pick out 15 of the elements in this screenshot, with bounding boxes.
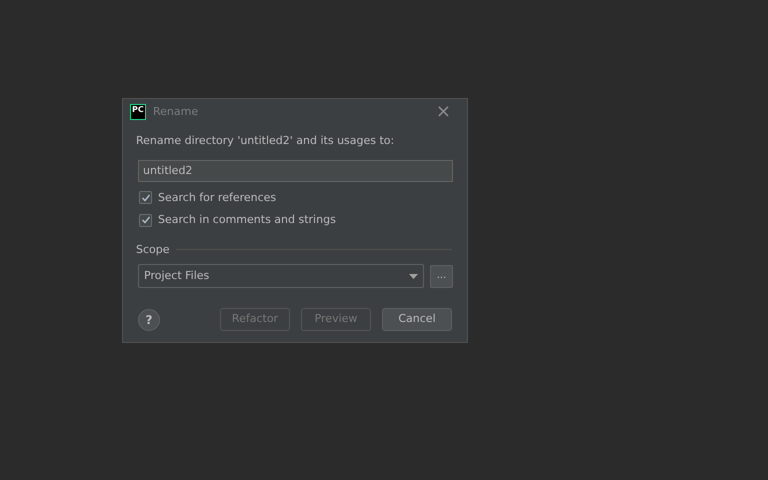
rename-prompt: Rename directory 'untitled2' and its usages to: — [136, 133, 396, 149]
dialog-button[interactable]: Cancel — [382, 308, 452, 331]
more-button[interactable]: ... — [430, 264, 453, 288]
help-button[interactable]: ? — [138, 308, 160, 330]
name-field[interactable]: untitled2 — [138, 160, 453, 182]
option-label: Search for references — [158, 190, 276, 206]
option-label: Search in comments and strings — [158, 212, 336, 228]
window-title: Rename — [153, 104, 200, 120]
scope-heading: Scope — [136, 242, 170, 258]
checkbox[interactable] — [139, 191, 152, 204]
dropdown-caret-icon — [409, 274, 418, 278]
scope-dropdown[interactable]: Project Files — [138, 264, 424, 288]
checkbox[interactable] — [139, 214, 152, 227]
app-logo: PC — [130, 104, 146, 120]
close-button[interactable]: × — [432, 103, 455, 121]
